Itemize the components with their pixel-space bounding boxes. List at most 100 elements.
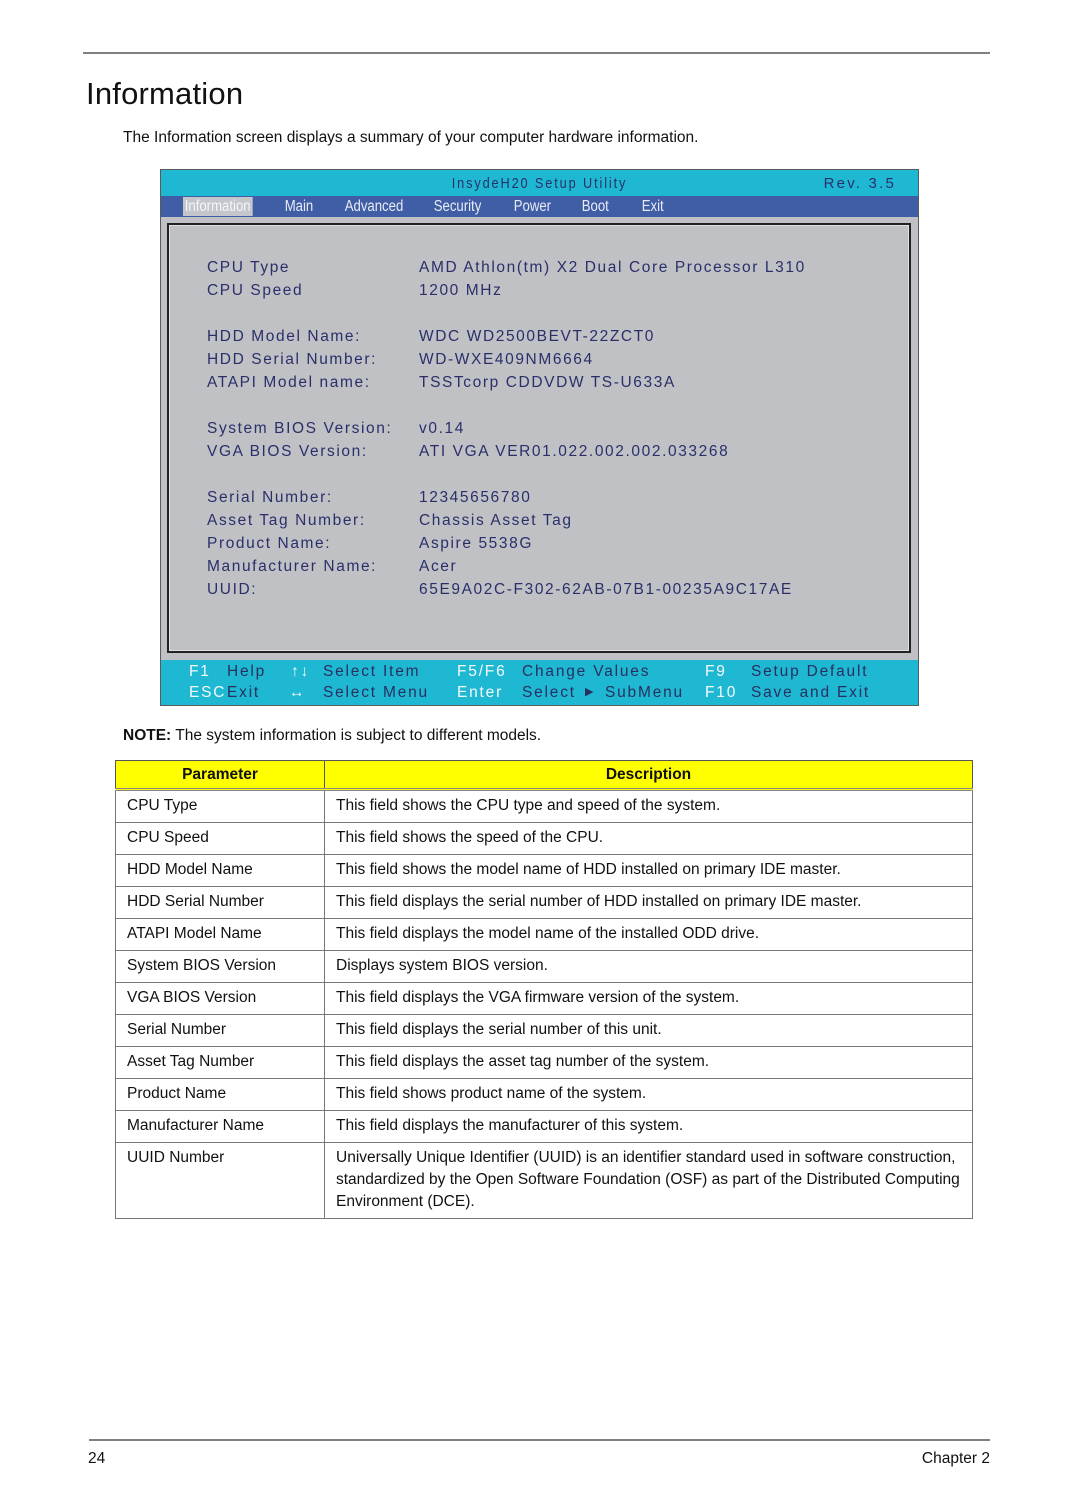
param-cell: UUID Number [115, 1142, 325, 1219]
table-row: HDD Model Name This field shows the model… [115, 854, 973, 887]
chapter-label: Chapter 2 [921, 1450, 990, 1467]
info-value: TSSTcorp CDDVDW TS-U633A [419, 374, 676, 391]
param-cell: Product Name [115, 1078, 325, 1111]
note: NOTE: The system information is subject … [123, 727, 541, 745]
desc-cell: Universally Unique Identifier (UUID) is … [324, 1142, 973, 1219]
param-cell: ATAPI Model Name [115, 918, 325, 951]
info-label: HDD Serial Number: [207, 351, 378, 368]
menu-tab-power[interactable]: Power [512, 197, 553, 216]
bios-screenshot: InsydeH20 Setup Utility Rev. 3.5 Informa… [160, 169, 919, 706]
footer-rule [89, 1439, 990, 1441]
param-cell: CPU Type [115, 789, 325, 823]
info-value: ATI VGA VER01.022.002.002.033268 [419, 443, 730, 460]
menu-tab-main[interactable]: Main [283, 197, 315, 216]
info-value: WDC WD2500BEVT-22ZCT0 [419, 328, 656, 345]
page-number: 24 [88, 1450, 106, 1467]
info-label: UUID: [207, 581, 258, 598]
desc-cell: This field displays the VGA firmware ver… [324, 982, 973, 1015]
desc-cell: This field displays the serial number of… [324, 1014, 973, 1047]
save-and-exit-desc: Save and Exit [751, 684, 871, 701]
key-f10: F10 [705, 684, 738, 701]
info-label: ATAPI Model name: [207, 374, 371, 391]
menu-tab-boot[interactable]: Boot [580, 197, 611, 216]
info-value: v0.14 [419, 420, 465, 437]
menu-tab-information[interactable]: Information [183, 197, 253, 216]
info-value: WD-WXE409NM6664 [419, 351, 594, 368]
param-cell: HDD Model Name [115, 854, 325, 887]
desc-cell: This field shows the speed of the CPU. [324, 822, 973, 855]
key-f1-desc: Help [227, 663, 267, 680]
header-rule [83, 52, 990, 54]
key-enter: Enter [457, 684, 504, 701]
info-value: Aspire 5538G [419, 535, 533, 552]
param-cell: Asset Tag Number [115, 1046, 325, 1079]
change-values-desc: Change Values [522, 663, 651, 680]
info-value: Chassis Asset Tag [419, 512, 573, 529]
key-f5-f6: F5/F6 [457, 663, 507, 680]
select-item-desc: Select Item [323, 663, 421, 680]
bios-title-bar: InsydeH20 Setup Utility Rev. 3.5 [161, 170, 918, 196]
info-value: AMD Athlon(tm) X2 Dual Core Processor L3… [419, 259, 806, 276]
table-row: System BIOS Version Displays system BIOS … [115, 950, 973, 983]
up-down-arrows-icon: ↑↓ [291, 663, 311, 680]
submenu-arrow-icon: ▶ [585, 686, 596, 698]
table-header-row: Parameter Description [115, 760, 973, 791]
bios-info-panel: CPU Type AMD Athlon(tm) X2 Dual Core Pro… [167, 223, 911, 653]
left-right-arrow-icon: ↔ [289, 684, 307, 701]
bios-revision: Rev. 3.5 [823, 175, 896, 192]
key-f9: F9 [705, 663, 727, 680]
table-row: Asset Tag Number This field displays the … [115, 1046, 973, 1079]
desc-cell: This field shows the model name of HDD i… [324, 854, 973, 887]
table-row: Serial Number This field displays the ser… [115, 1014, 973, 1047]
header-description: Description [324, 760, 973, 791]
info-label: HDD Model Name: [207, 328, 362, 345]
menu-tab-security[interactable]: Security [432, 197, 483, 216]
table-row: CPU Type This field shows the CPU type an… [115, 789, 973, 823]
table-row: Manufacturer Name This field displays the… [115, 1110, 973, 1143]
info-label: Manufacturer Name: [207, 558, 378, 575]
info-label: CPU Type [207, 259, 291, 276]
info-value: 1200 MHz [419, 282, 503, 299]
table-row: VGA BIOS Version This field displays the … [115, 982, 973, 1015]
page-title: Information [86, 76, 244, 111]
info-label: Product Name: [207, 535, 332, 552]
desc-cell: This field shows the CPU type and speed … [324, 789, 973, 823]
bios-menu-bar: Information Main Advanced Security Power… [161, 196, 918, 217]
info-label: Serial Number: [207, 489, 333, 506]
intro-text: The Information screen displays a summar… [123, 129, 699, 146]
desc-cell: Displays system BIOS version. [324, 950, 973, 983]
select-desc: Select [522, 684, 576, 701]
header-parameter: Parameter [115, 760, 325, 791]
param-cell: Serial Number [115, 1014, 325, 1047]
param-cell: VGA BIOS Version [115, 982, 325, 1015]
desc-cell: This field displays the model name of th… [324, 918, 973, 951]
submenu-desc: SubMenu [605, 684, 684, 701]
menu-tab-exit[interactable]: Exit [640, 197, 665, 216]
param-cell: CPU Speed [115, 822, 325, 855]
info-label: VGA BIOS Version: [207, 443, 368, 460]
info-label: CPU Speed [207, 282, 304, 299]
key-f1: F1 [189, 663, 211, 680]
info-value: 65E9A02C-F302-62AB-07B1-00235A9C17AE [419, 581, 793, 598]
table-row: UUID Number Universally Unique Identifier… [115, 1142, 973, 1219]
table-row: Product Name This field shows product nam… [115, 1078, 973, 1111]
desc-cell: This field displays the manufacturer of … [324, 1110, 973, 1143]
param-cell: System BIOS Version [115, 950, 325, 983]
exit-desc: Exit [227, 684, 261, 701]
info-label: System BIOS Version: [207, 420, 393, 437]
desc-cell: This field displays the asset tag number… [324, 1046, 973, 1079]
desc-cell: This field displays the serial number of… [324, 886, 973, 919]
param-cell: Manufacturer Name [115, 1110, 325, 1143]
table-row: CPU Speed This field shows the speed of t… [115, 822, 973, 855]
bios-key-legend: F1 Help ↑↓ Select Item F5/F6 Change Valu… [161, 660, 918, 705]
param-cell: HDD Serial Number [115, 886, 325, 919]
table-row: ATAPI Model Name This field displays the … [115, 918, 973, 951]
menu-tab-advanced[interactable]: Advanced [343, 197, 405, 216]
note-text: The system information is subject to dif… [171, 727, 542, 744]
info-label: Asset Tag Number: [207, 512, 366, 529]
key-esc: ESC [189, 684, 227, 701]
table-row: HDD Serial Number This field displays the… [115, 886, 973, 919]
select-menu-desc: Select Menu [323, 684, 429, 701]
parameter-table: Parameter Description CPU Type This field… [115, 760, 973, 1219]
desc-cell: This field shows product name of the sys… [324, 1078, 973, 1111]
